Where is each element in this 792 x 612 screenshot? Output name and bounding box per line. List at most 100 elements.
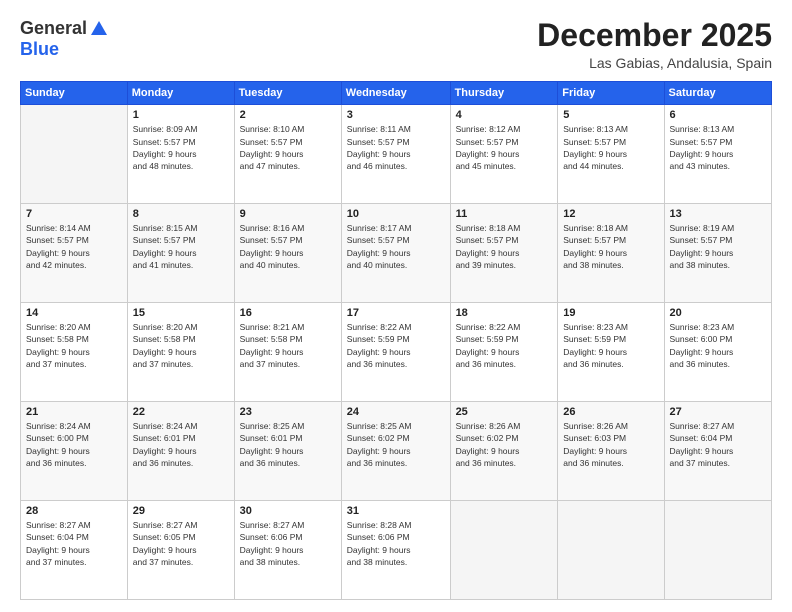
day-number: 2	[240, 109, 336, 121]
day-number: 9	[240, 208, 336, 220]
day-number: 18	[456, 307, 553, 319]
calendar-cell: 18 Sunrise: 8:22 AMSunset: 5:59 PMDayligh…	[450, 303, 558, 402]
day-info: Sunrise: 8:11 AMSunset: 5:57 PMDaylight:…	[347, 123, 445, 172]
logo: General Blue	[20, 18, 107, 60]
day-info: Sunrise: 8:23 AMSunset: 5:59 PMDaylight:…	[563, 321, 658, 370]
calendar-cell: 9 Sunrise: 8:16 AMSunset: 5:57 PMDaylight…	[234, 204, 341, 303]
day-info: Sunrise: 8:15 AMSunset: 5:57 PMDaylight:…	[133, 222, 229, 271]
day-info: Sunrise: 8:16 AMSunset: 5:57 PMDaylight:…	[240, 222, 336, 271]
calendar-cell: 4 Sunrise: 8:12 AMSunset: 5:57 PMDaylight…	[450, 105, 558, 204]
day-info: Sunrise: 8:27 AMSunset: 6:06 PMDaylight:…	[240, 519, 336, 568]
weekday-header-row: SundayMondayTuesdayWednesdayThursdayFrid…	[21, 82, 772, 105]
day-number: 20	[670, 307, 766, 319]
logo-triangle-icon	[91, 21, 107, 35]
day-info: Sunrise: 8:21 AMSunset: 5:58 PMDaylight:…	[240, 321, 336, 370]
day-number: 25	[456, 406, 553, 418]
day-info: Sunrise: 8:24 AMSunset: 6:00 PMDaylight:…	[26, 420, 122, 469]
header: General Blue December 2025 Las Gabias, A…	[20, 18, 772, 71]
day-number: 31	[347, 505, 445, 517]
calendar-cell: 27Sunrise: 8:27 AMSunset: 6:04 PMDayligh…	[664, 402, 771, 501]
weekday-header-wednesday: Wednesday	[341, 82, 450, 105]
day-info: Sunrise: 8:13 AMSunset: 5:57 PMDaylight:…	[563, 123, 658, 172]
calendar-cell: 20Sunrise: 8:23 AMSunset: 6:00 PMDayligh…	[664, 303, 771, 402]
calendar-cell: 10 Sunrise: 8:17 AMSunset: 5:57 PMDayligh…	[341, 204, 450, 303]
calendar-table: SundayMondayTuesdayWednesdayThursdayFrid…	[20, 81, 772, 600]
day-number: 19	[563, 307, 658, 319]
week-row-2: 14 Sunrise: 8:20 AMSunset: 5:58 PMDayligh…	[21, 303, 772, 402]
calendar-cell: 6 Sunrise: 8:13 AMSunset: 5:57 PMDaylight…	[664, 105, 771, 204]
day-number: 23	[240, 406, 336, 418]
weekday-header-friday: Friday	[558, 82, 664, 105]
day-number: 8	[133, 208, 229, 220]
week-row-0: 1Sunrise: 8:09 AMSunset: 5:57 PMDaylight…	[21, 105, 772, 204]
calendar-cell: 17Sunrise: 8:22 AMSunset: 5:59 PMDayligh…	[341, 303, 450, 402]
day-number: 14	[26, 307, 122, 319]
logo-blue: Blue	[20, 39, 59, 60]
calendar-cell: 28 Sunrise: 8:27 AMSunset: 6:04 PMDayligh…	[21, 501, 128, 600]
day-info: Sunrise: 8:10 AMSunset: 5:57 PMDaylight:…	[240, 123, 336, 172]
day-number: 21	[26, 406, 122, 418]
day-info: Sunrise: 8:22 AMSunset: 5:59 PMDaylight:…	[456, 321, 553, 370]
week-row-3: 21 Sunrise: 8:24 AMSunset: 6:00 PMDayligh…	[21, 402, 772, 501]
day-number: 15	[133, 307, 229, 319]
logo-text: General	[20, 18, 107, 39]
day-number: 4	[456, 109, 553, 121]
day-number: 1	[133, 109, 229, 121]
header-right: December 2025 Las Gabias, Andalusia, Spa…	[537, 18, 772, 71]
day-number: 17	[347, 307, 445, 319]
weekday-header-tuesday: Tuesday	[234, 82, 341, 105]
calendar-cell: 13 Sunrise: 8:19 AMSunset: 5:57 PMDayligh…	[664, 204, 771, 303]
calendar-cell: 26 Sunrise: 8:26 AMSunset: 6:03 PMDayligh…	[558, 402, 664, 501]
day-number: 13	[670, 208, 766, 220]
calendar-cell: 11 Sunrise: 8:18 AMSunset: 5:57 PMDayligh…	[450, 204, 558, 303]
calendar-cell	[558, 501, 664, 600]
calendar-cell: 5 Sunrise: 8:13 AMSunset: 5:57 PMDaylight…	[558, 105, 664, 204]
day-number: 30	[240, 505, 336, 517]
day-info: Sunrise: 8:24 AMSunset: 6:01 PMDaylight:…	[133, 420, 229, 469]
day-number: 6	[670, 109, 766, 121]
calendar-cell: 15 Sunrise: 8:20 AMSunset: 5:58 PMDayligh…	[127, 303, 234, 402]
weekday-header-monday: Monday	[127, 82, 234, 105]
day-number: 29	[133, 505, 229, 517]
weekday-header-thursday: Thursday	[450, 82, 558, 105]
day-info: Sunrise: 8:27 AMSunset: 6:04 PMDaylight:…	[26, 519, 122, 568]
logo-general: General	[20, 18, 87, 39]
day-info: Sunrise: 8:14 AMSunset: 5:57 PMDaylight:…	[26, 222, 122, 271]
day-info: Sunrise: 8:18 AMSunset: 5:57 PMDaylight:…	[563, 222, 658, 271]
calendar-cell: 1Sunrise: 8:09 AMSunset: 5:57 PMDaylight…	[127, 105, 234, 204]
day-info: Sunrise: 8:27 AMSunset: 6:04 PMDaylight:…	[670, 420, 766, 469]
day-number: 5	[563, 109, 658, 121]
calendar-cell: 25 Sunrise: 8:26 AMSunset: 6:02 PMDayligh…	[450, 402, 558, 501]
day-number: 10	[347, 208, 445, 220]
calendar-cell: 8 Sunrise: 8:15 AMSunset: 5:57 PMDaylight…	[127, 204, 234, 303]
day-number: 26	[563, 406, 658, 418]
calendar-cell: 2 Sunrise: 8:10 AMSunset: 5:57 PMDaylight…	[234, 105, 341, 204]
calendar-cell: 14Sunrise: 8:20 AMSunset: 5:58 PMDayligh…	[21, 303, 128, 402]
day-info: Sunrise: 8:12 AMSunset: 5:57 PMDaylight:…	[456, 123, 553, 172]
day-info: Sunrise: 8:26 AMSunset: 6:03 PMDaylight:…	[563, 420, 658, 469]
calendar-cell: 19 Sunrise: 8:23 AMSunset: 5:59 PMDayligh…	[558, 303, 664, 402]
location: Las Gabias, Andalusia, Spain	[537, 55, 772, 71]
day-info: Sunrise: 8:25 AMSunset: 6:02 PMDaylight:…	[347, 420, 445, 469]
calendar-cell: 24Sunrise: 8:25 AMSunset: 6:02 PMDayligh…	[341, 402, 450, 501]
day-info: Sunrise: 8:26 AMSunset: 6:02 PMDaylight:…	[456, 420, 553, 469]
day-number: 28	[26, 505, 122, 517]
day-number: 16	[240, 307, 336, 319]
calendar-cell: 16 Sunrise: 8:21 AMSunset: 5:58 PMDayligh…	[234, 303, 341, 402]
day-number: 7	[26, 208, 122, 220]
day-info: Sunrise: 8:19 AMSunset: 5:57 PMDaylight:…	[670, 222, 766, 271]
calendar-cell: 21 Sunrise: 8:24 AMSunset: 6:00 PMDayligh…	[21, 402, 128, 501]
calendar-cell: 23Sunrise: 8:25 AMSunset: 6:01 PMDayligh…	[234, 402, 341, 501]
weekday-header-saturday: Saturday	[664, 82, 771, 105]
calendar-cell	[450, 501, 558, 600]
week-row-4: 28 Sunrise: 8:27 AMSunset: 6:04 PMDayligh…	[21, 501, 772, 600]
calendar-cell: 31Sunrise: 8:28 AMSunset: 6:06 PMDayligh…	[341, 501, 450, 600]
day-info: Sunrise: 8:27 AMSunset: 6:05 PMDaylight:…	[133, 519, 229, 568]
day-info: Sunrise: 8:13 AMSunset: 5:57 PMDaylight:…	[670, 123, 766, 172]
day-info: Sunrise: 8:18 AMSunset: 5:57 PMDaylight:…	[456, 222, 553, 271]
day-info: Sunrise: 8:20 AMSunset: 5:58 PMDaylight:…	[133, 321, 229, 370]
week-row-1: 7 Sunrise: 8:14 AMSunset: 5:57 PMDaylight…	[21, 204, 772, 303]
day-number: 11	[456, 208, 553, 220]
day-info: Sunrise: 8:17 AMSunset: 5:57 PMDaylight:…	[347, 222, 445, 271]
calendar-cell: 7 Sunrise: 8:14 AMSunset: 5:57 PMDaylight…	[21, 204, 128, 303]
